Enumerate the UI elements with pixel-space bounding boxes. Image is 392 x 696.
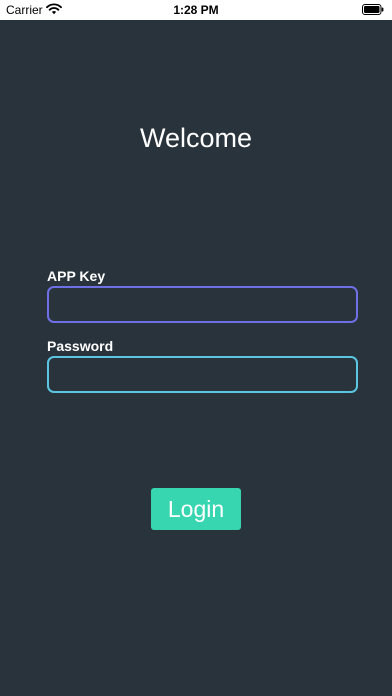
battery-icon [362,4,384,15]
status-time: 1:28 PM [173,3,219,17]
password-input[interactable] [47,356,358,393]
page-title: Welcome [139,123,253,153]
password-label: Password [47,338,114,354]
app-key-label: APP Key [47,268,106,284]
status-bar: Carrier 1:28 PM [0,0,392,20]
login-button[interactable]: Login [151,488,241,530]
login-screen: Welcome APP Key Password Login [0,20,392,696]
app-key-input[interactable] [47,286,358,323]
